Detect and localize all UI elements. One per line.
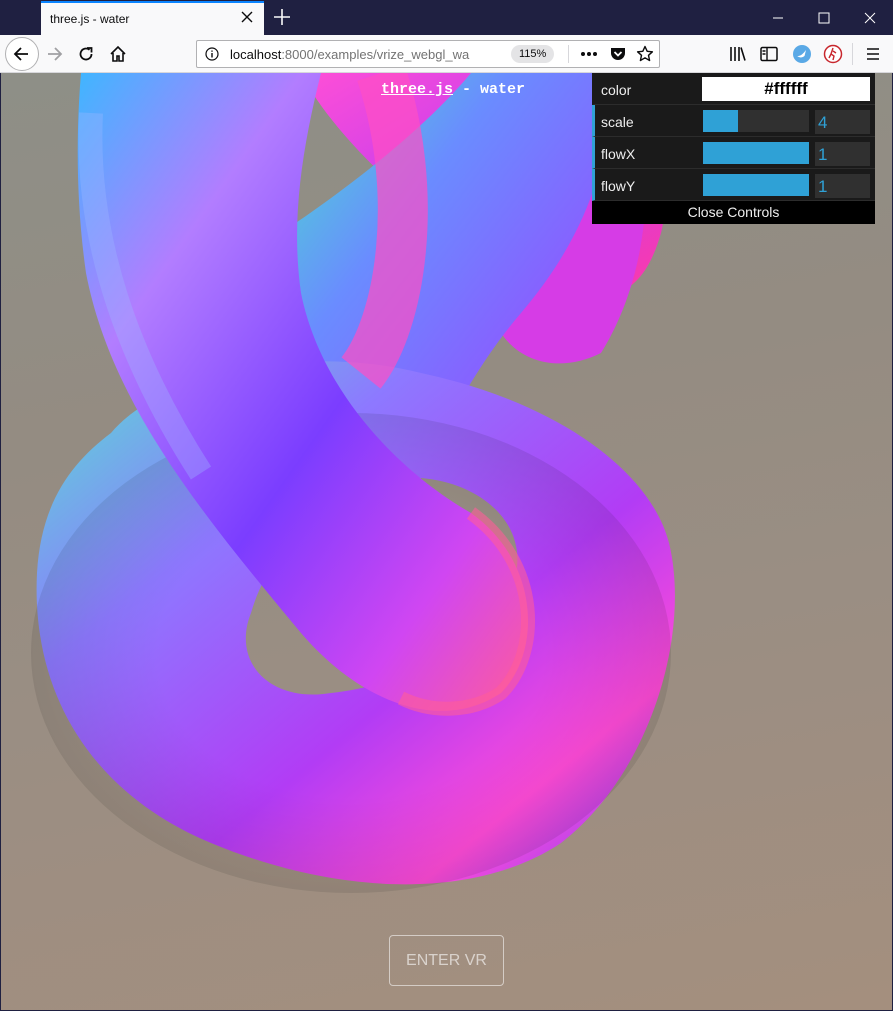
scale-slider[interactable] bbox=[703, 110, 809, 132]
forward-arrow-icon[interactable] bbox=[38, 38, 70, 70]
sidebar-icon[interactable] bbox=[753, 38, 785, 70]
flowy-number-input[interactable]: 1 bbox=[815, 174, 870, 198]
zoom-level-badge[interactable]: 115% bbox=[511, 45, 555, 63]
page-actions-icon[interactable] bbox=[579, 44, 599, 64]
close-tab-icon[interactable] bbox=[238, 8, 256, 26]
reload-icon[interactable] bbox=[70, 38, 102, 70]
enter-vr-button[interactable]: ENTER VR bbox=[389, 935, 504, 986]
color-input[interactable]: #ffffff bbox=[702, 77, 870, 101]
slider-fill bbox=[703, 174, 809, 196]
control-flowy: flowY 1 bbox=[592, 169, 875, 201]
url-bar[interactable]: localhost:8000/examples/vrize_webgl_wa 1… bbox=[196, 40, 660, 68]
site-info-icon[interactable] bbox=[205, 47, 219, 61]
page-title-suffix: - water bbox=[453, 81, 526, 98]
control-label: flowX bbox=[601, 146, 636, 162]
extension-bird-icon[interactable] bbox=[786, 38, 818, 70]
scale-number-input[interactable]: 4 bbox=[815, 110, 870, 134]
tab-title: three.js - water bbox=[50, 12, 130, 26]
back-arrow-icon[interactable] bbox=[5, 37, 39, 71]
menu-hamburger-icon[interactable] bbox=[857, 38, 889, 70]
control-label: color bbox=[601, 82, 632, 98]
pocket-icon[interactable] bbox=[608, 44, 628, 64]
tab-active[interactable]: three.js - water bbox=[41, 1, 264, 35]
slider-fill bbox=[703, 110, 738, 132]
close-window-icon[interactable] bbox=[847, 0, 893, 35]
bookmark-star-icon[interactable] bbox=[635, 44, 655, 64]
threejs-link[interactable]: three.js bbox=[381, 81, 453, 98]
flowx-number-input[interactable]: 1 bbox=[815, 142, 870, 166]
new-tab-icon[interactable] bbox=[271, 6, 293, 28]
flowy-slider[interactable] bbox=[703, 174, 809, 196]
title-bar: three.js - water bbox=[0, 0, 893, 35]
maximize-icon[interactable] bbox=[801, 0, 847, 35]
control-color: color #ffffff bbox=[592, 73, 875, 105]
url-separator bbox=[568, 45, 569, 63]
webgl-viewport[interactable]: three.js - water color #ffffff scale 4 f… bbox=[1, 73, 892, 1010]
url-text[interactable]: localhost:8000/examples/vrize_webgl_wa bbox=[230, 47, 470, 62]
minimize-icon[interactable] bbox=[755, 0, 801, 35]
navigation-bar: localhost:8000/examples/vrize_webgl_wa 1… bbox=[0, 35, 893, 73]
slider-fill bbox=[703, 142, 809, 164]
url-path: :8000/examples/vrize_webgl_wa bbox=[281, 47, 470, 62]
toolbar-separator bbox=[852, 43, 853, 65]
control-scale: scale 4 bbox=[592, 105, 875, 137]
control-label: flowY bbox=[601, 178, 636, 194]
flowx-slider[interactable] bbox=[703, 142, 809, 164]
extension-walk-icon[interactable] bbox=[817, 38, 849, 70]
controls-panel: color #ffffff scale 4 flowX 1 flowY 1 Cl… bbox=[592, 73, 875, 224]
url-host: localhost bbox=[230, 47, 282, 62]
library-icon[interactable] bbox=[722, 38, 754, 70]
close-controls-button[interactable]: Close Controls bbox=[592, 201, 875, 224]
control-flowx: flowX 1 bbox=[592, 137, 875, 169]
home-icon[interactable] bbox=[102, 38, 134, 70]
control-label: scale bbox=[601, 114, 634, 130]
